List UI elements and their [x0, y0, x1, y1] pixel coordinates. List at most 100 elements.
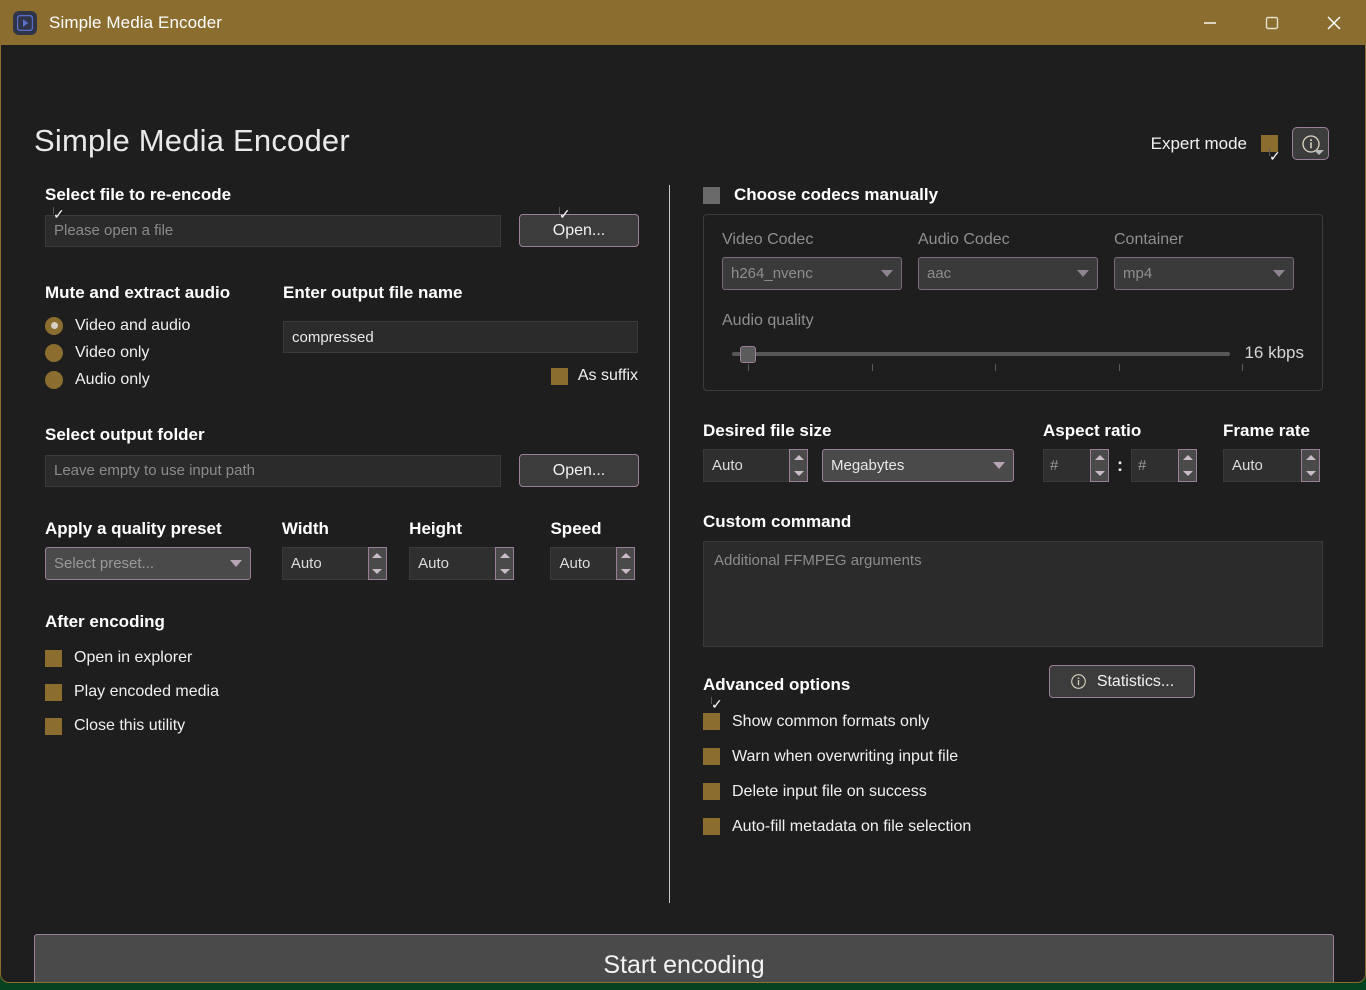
maximize-icon[interactable]	[1241, 0, 1303, 45]
aspect-ratio-second-value[interactable]: #	[1131, 449, 1178, 482]
radio-label: Audio only	[75, 370, 150, 388]
statistics-button[interactable]: Statistics...	[1049, 665, 1195, 698]
radio-audio-only[interactable]: Audio only	[45, 366, 283, 393]
audio-quality-group: Audio quality 16 kbps	[722, 312, 1304, 371]
output-name-field[interactable]: compressed	[283, 321, 638, 353]
radio-video-only[interactable]: Video only	[45, 339, 283, 366]
application-window: Simple Media Encoder Simple Media Encode…	[0, 0, 1366, 983]
frame-rate-stepper[interactable]: Auto	[1223, 449, 1320, 482]
video-codec-label: Video Codec	[722, 231, 814, 248]
checkbox-close-this-utility[interactable]: ✓ Close this utility	[45, 709, 645, 743]
column-divider	[669, 185, 670, 903]
output-name-label: Enter output file name	[283, 283, 463, 302]
stepper-down[interactable]	[790, 466, 807, 482]
checkbox-open-in-explorer[interactable]: ✓ Open in explorer	[45, 641, 645, 675]
aspect-second-stepper-buttons[interactable]	[1178, 449, 1197, 482]
audio-quality-value: 16 kbps	[1244, 343, 1304, 362]
frame-rate-stepper-buttons[interactable]	[1301, 449, 1320, 482]
video-codec-select[interactable]: h264_nvenc	[722, 257, 902, 290]
container-value: mp4	[1123, 265, 1153, 282]
chevron-down-icon	[993, 462, 1005, 469]
open-output-folder-button[interactable]: Open...	[519, 454, 639, 487]
checkbox-delete-input-file[interactable]: ✓ Delete input file on success	[703, 774, 1323, 809]
speed-label: Speed	[550, 519, 602, 538]
audio-quality-slider[interactable]	[722, 342, 1243, 371]
minimize-icon[interactable]	[1179, 0, 1241, 45]
width-stepper[interactable]: Auto	[281, 547, 387, 580]
audio-codec-select[interactable]: aac	[918, 257, 1098, 290]
radio-indicator	[45, 343, 63, 362]
width-group: Width Auto	[281, 519, 409, 580]
radio-indicator	[45, 316, 63, 335]
slider-handle[interactable]	[740, 346, 756, 363]
stepper-up[interactable]	[617, 548, 634, 564]
stepper-down[interactable]	[496, 564, 513, 580]
as-suffix-checkbox[interactable]: ✓	[550, 207, 571, 385]
checkbox-play-encoded-media[interactable]: ✓ Play encoded media	[45, 207, 645, 709]
custom-command-textarea[interactable]: Additional FFMPEG arguments	[703, 541, 1323, 647]
radio-video-and-audio[interactable]: Video and audio	[45, 312, 283, 339]
checkbox-indicator: ✓	[45, 649, 62, 667]
container-select[interactable]: mp4	[1114, 257, 1294, 290]
choose-codecs-checkbox[interactable]: ✓	[703, 186, 720, 204]
close-icon[interactable]	[1303, 0, 1365, 45]
height-stepper[interactable]: Auto	[409, 547, 515, 580]
output-folder-field[interactable]: Leave empty to use input path	[45, 454, 501, 487]
frame-rate-value[interactable]: Auto	[1223, 449, 1301, 482]
chevron-down-icon	[1273, 270, 1285, 277]
file-size-unit-select[interactable]: Megabytes	[822, 449, 1014, 482]
speed-stepper[interactable]: Auto	[550, 547, 636, 580]
quality-preset-select[interactable]: Select preset...	[45, 547, 251, 580]
start-encoding-button[interactable]: Start encoding	[34, 934, 1334, 982]
slider-tick	[1119, 364, 1120, 371]
desired-file-size-stepper[interactable]: Auto	[703, 449, 808, 482]
desired-file-size-value[interactable]: Auto	[703, 449, 789, 482]
stepper-down[interactable]	[1091, 466, 1108, 482]
width-label: Width	[281, 519, 329, 538]
audio-quality-label: Audio quality	[722, 312, 814, 329]
container-label: Container	[1114, 231, 1184, 248]
height-stepper-buttons[interactable]	[495, 547, 515, 580]
stepper-down[interactable]	[1179, 466, 1196, 482]
input-file-field[interactable]: Please open a file	[45, 214, 501, 247]
radio-label: Video and audio	[75, 316, 191, 334]
aspect-ratio-second-stepper[interactable]: #	[1131, 449, 1197, 482]
stepper-up[interactable]	[1302, 450, 1319, 466]
info-button[interactable]	[1292, 127, 1329, 160]
frame-rate-group: Frame rate Auto	[1223, 421, 1323, 482]
checkbox-show-common-formats-only[interactable]: ✓ Show common formats only	[703, 697, 1323, 739]
height-value[interactable]: Auto	[409, 547, 496, 580]
quality-preset-value: Select preset...	[54, 555, 155, 572]
window-title: Simple Media Encoder	[49, 12, 223, 32]
as-suffix-row[interactable]: ✓ As suffix	[283, 207, 638, 385]
checkbox-indicator: ✓	[45, 207, 65, 701]
aspect-ratio-first-stepper[interactable]: #	[1043, 449, 1109, 482]
checkbox-auto-fill-metadata[interactable]: ✓ Auto-fill metadata on file selection	[703, 809, 1323, 844]
stepper-up[interactable]	[790, 450, 807, 466]
preset-size-row: Apply a quality preset Select preset... …	[45, 519, 645, 580]
aspect-first-stepper-buttons[interactable]	[1090, 449, 1109, 482]
codec-group: Video Codec h264_nvenc Audio Codec aac C…	[703, 214, 1323, 391]
width-value[interactable]: Auto	[281, 547, 368, 580]
expert-mode-checkbox[interactable]: ✓	[1261, 135, 1281, 163]
choose-codecs-row[interactable]: ✓ Choose codecs manually	[703, 185, 1323, 205]
aspect-ratio-first-value[interactable]: #	[1043, 449, 1090, 482]
stepper-up[interactable]	[496, 548, 513, 564]
stepper-up[interactable]	[369, 548, 386, 564]
stepper-down[interactable]	[1302, 466, 1319, 482]
size-stepper-buttons[interactable]	[789, 449, 808, 482]
desired-file-size-group: Desired file size Auto Megabytes	[703, 421, 1043, 482]
speed-stepper-buttons[interactable]	[616, 547, 636, 580]
audio-codec-value: aac	[927, 265, 952, 282]
stepper-up[interactable]	[1179, 450, 1196, 466]
speed-value[interactable]: Auto	[550, 547, 617, 580]
open-input-file-button[interactable]: Open...	[519, 214, 639, 247]
stepper-down[interactable]	[617, 564, 634, 580]
checkbox-warn-when-overwriting[interactable]: ✓ Warn when overwriting input file	[703, 739, 1323, 774]
stepper-up[interactable]	[1091, 450, 1108, 466]
mute-and-output-row: Mute and extract audio Video and audio V…	[45, 207, 645, 393]
width-stepper-buttons[interactable]	[367, 547, 387, 580]
stepper-down[interactable]	[369, 564, 386, 580]
title-bar: Simple Media Encoder	[1, 0, 1365, 45]
expert-mode-row: Expert mode ✓	[1151, 127, 1329, 163]
